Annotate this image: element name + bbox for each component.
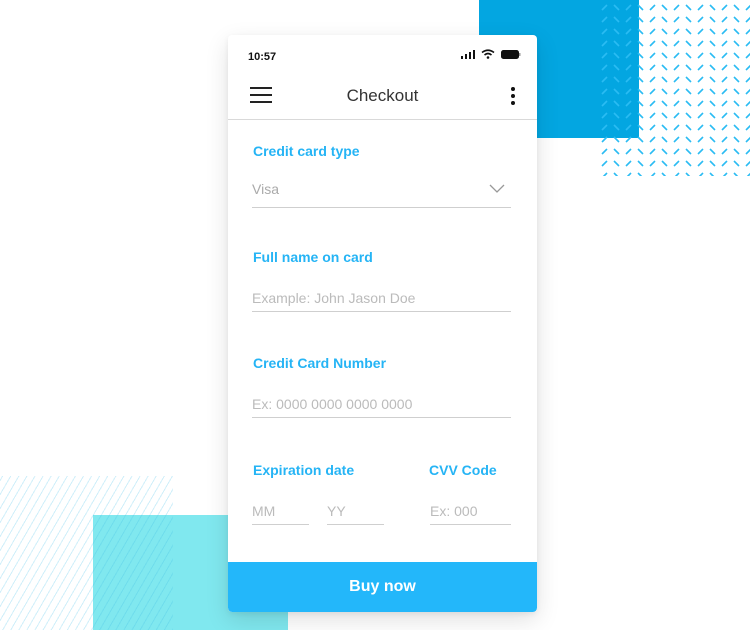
status-time: 10:57 — [248, 51, 277, 63]
app-header: Checkout — [228, 75, 537, 120]
cvv-label: CVV Code — [429, 462, 497, 478]
chevron-down-icon[interactable] — [488, 183, 506, 195]
phone-screen: 10:57 Checkout Credit card type Visa Ful… — [228, 35, 537, 612]
card-number-input[interactable] — [252, 391, 511, 418]
signal-icon — [461, 49, 475, 59]
expiration-month-input[interactable] — [252, 498, 309, 525]
card-type-underline — [252, 207, 511, 208]
expiration-label: Expiration date — [253, 462, 355, 478]
decorative-cyan-hatch — [93, 515, 173, 630]
more-vertical-icon[interactable] — [509, 87, 517, 107]
card-number-label: Credit Card Number — [253, 355, 387, 371]
buy-now-button[interactable]: Buy now — [228, 562, 537, 612]
status-bar: 10:57 — [228, 35, 537, 75]
full-name-label: Full name on card — [253, 249, 373, 265]
full-name-input[interactable] — [252, 285, 511, 312]
card-type-value: Visa — [252, 181, 279, 197]
card-type-label: Credit card type — [253, 143, 360, 159]
decorative-dash-pattern — [599, 0, 750, 176]
cvv-input[interactable] — [430, 498, 511, 525]
battery-icon — [501, 49, 521, 59]
wifi-icon — [481, 49, 495, 59]
page-title: Checkout — [346, 86, 419, 105]
expiration-year-input[interactable] — [327, 498, 384, 525]
